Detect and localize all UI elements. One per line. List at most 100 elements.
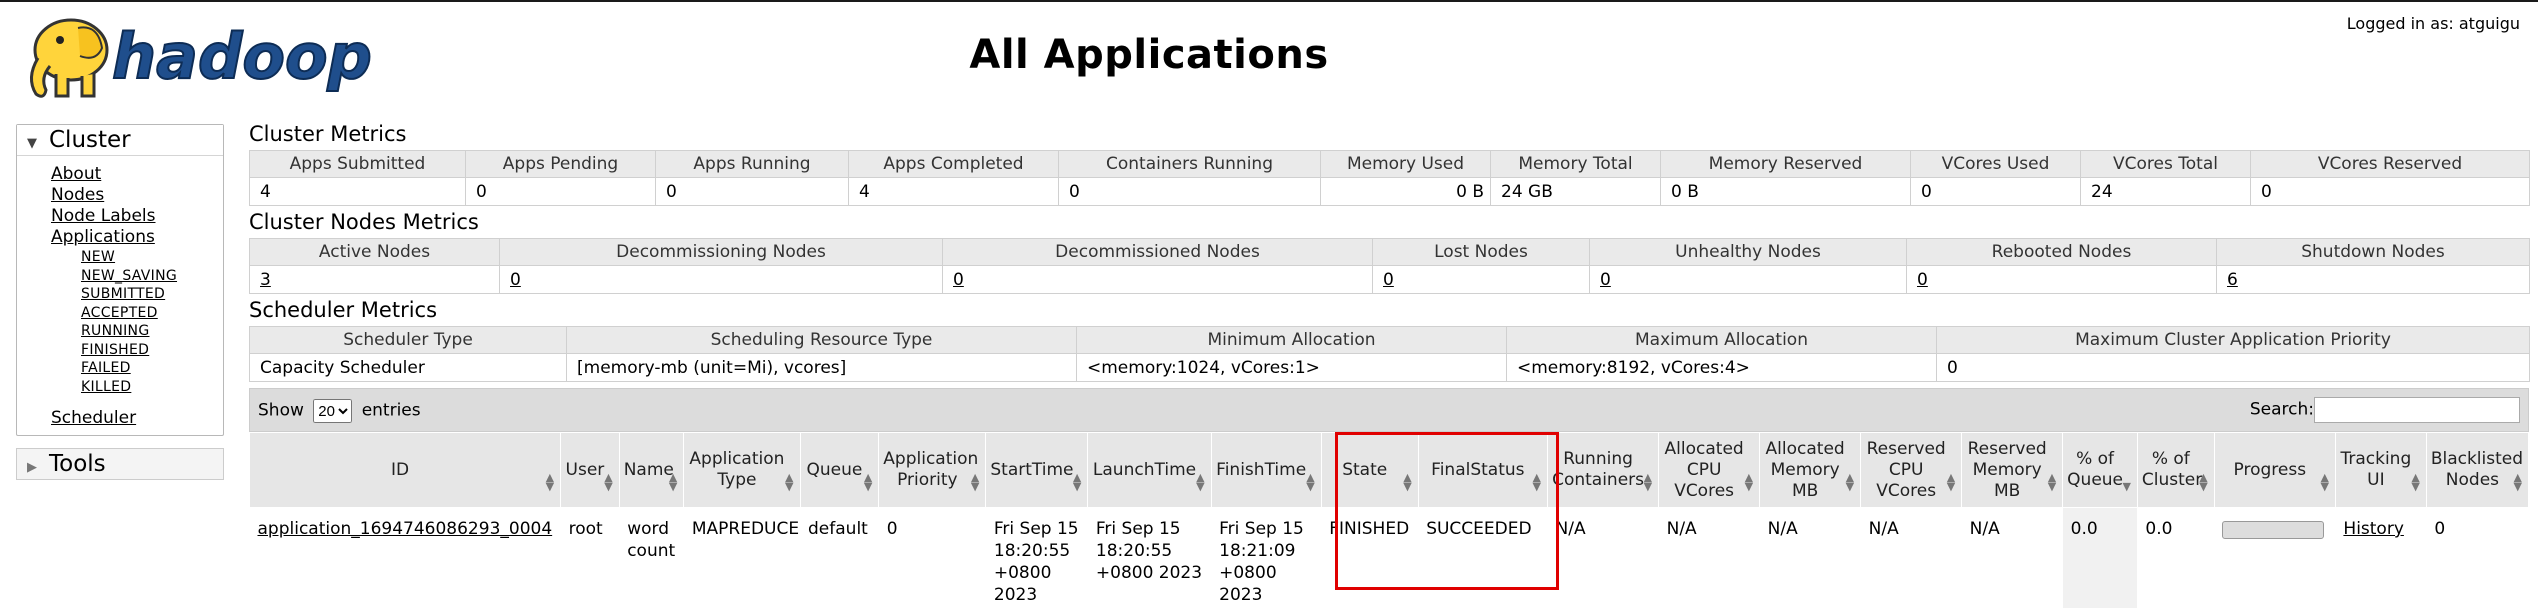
- cluster-header[interactable]: ▼Cluster: [17, 125, 223, 156]
- col-name[interactable]: Name▲▼: [619, 433, 684, 508]
- cell-priority: 0: [879, 508, 986, 608]
- decommissioned-nodes-link[interactable]: 0: [953, 270, 964, 290]
- logged-in-user: Logged in as: atguigu: [2347, 14, 2520, 33]
- page-length-control: Show 20 entries: [258, 399, 421, 423]
- sort-icon: ▲▼: [1073, 473, 1081, 491]
- shutdown-nodes-link[interactable]: 6: [2227, 270, 2238, 290]
- application-id-link[interactable]: application_1694746086293_0004: [258, 519, 553, 539]
- cell-state: FINISHED: [1321, 508, 1418, 608]
- triangle-down-icon: ▼: [27, 129, 49, 159]
- nav-state-submitted[interactable]: SUBMITTED: [81, 286, 165, 302]
- col-rebooted-nodes: Rebooted Nodes: [1907, 239, 2217, 266]
- search-control: Search:: [2250, 397, 2520, 423]
- col-memory-total: Memory Total: [1491, 151, 1661, 178]
- cell-pct-cluster: 0.0: [2137, 508, 2214, 608]
- nav-state-failed[interactable]: FAILED: [81, 360, 131, 376]
- metric-value: 4: [250, 178, 466, 206]
- nav-node-labels[interactable]: Node Labels: [51, 206, 156, 226]
- metric-value: 4: [849, 178, 1059, 206]
- col-id[interactable]: ID▲▼: [250, 433, 561, 508]
- col-vcores-total: VCores Total: [2081, 151, 2251, 178]
- col-final-status[interactable]: FinalStatus▲▼: [1418, 433, 1547, 508]
- active-nodes-link[interactable]: 3: [260, 270, 271, 290]
- sort-icon: ▲▼: [1306, 473, 1314, 491]
- unhealthy-nodes-link[interactable]: 0: [1600, 270, 1611, 290]
- metric-value: 0: [466, 178, 656, 206]
- col-application-priority[interactable]: Application Priority▲▼: [879, 433, 986, 508]
- cell-progress: [2214, 508, 2335, 608]
- lost-nodes-link[interactable]: 0: [1383, 270, 1394, 290]
- nav-state-new[interactable]: NEW: [81, 249, 115, 265]
- cluster-metrics-table: Apps Submitted Apps Pending Apps Running…: [249, 150, 2530, 206]
- cluster-metrics-title: Cluster Metrics: [249, 118, 2529, 150]
- sort-icon: ▲▼: [2048, 473, 2056, 491]
- decommissioning-nodes-link[interactable]: 0: [510, 270, 521, 290]
- cell-reserved-memory: N/A: [1962, 508, 2063, 608]
- header: hadoop All Applications Logged in as: at…: [0, 2, 2538, 114]
- col-reserved-memory-mb[interactable]: Reserved Memory MB▲▼: [1962, 433, 2063, 508]
- cell-start-time: Fri Sep 15 18:20:55 +0800 2023: [986, 508, 1088, 608]
- nav-state-new-saving[interactable]: NEW_SAVING: [81, 268, 177, 284]
- sort-icon: ▲▼: [1403, 473, 1411, 491]
- sort-icon: ▲▼: [971, 473, 979, 491]
- cell-type: MAPREDUCE: [684, 508, 800, 608]
- col-start-time[interactable]: StartTime▲▼: [986, 433, 1088, 508]
- sort-icon: ▲▼: [864, 473, 872, 491]
- col-active-nodes: Active Nodes: [250, 239, 500, 266]
- history-link[interactable]: History: [2343, 519, 2403, 539]
- sort-icon: ▲▼: [546, 473, 554, 491]
- col-finish-time[interactable]: FinishTime▲▼: [1211, 433, 1321, 508]
- col-apps-submitted: Apps Submitted: [250, 151, 466, 178]
- col-queue[interactable]: Queue▲▼: [800, 433, 879, 508]
- nav-state-finished[interactable]: FINISHED: [81, 342, 149, 358]
- col-scheduler-type: Scheduler Type: [250, 327, 567, 354]
- col-blacklisted-nodes[interactable]: Blacklisted Nodes▲▼: [2426, 433, 2528, 508]
- sort-icon: ▲▼: [1533, 473, 1541, 491]
- col-pct-of-queue[interactable]: % of Queue▼: [2063, 433, 2138, 508]
- nav-nodes[interactable]: Nodes: [51, 185, 104, 205]
- metric-value: 24: [2081, 178, 2251, 206]
- col-allocated-cpu-vcores[interactable]: Allocated CPU VCores▲▼: [1659, 433, 1760, 508]
- metric-value: 0 B: [1661, 178, 1911, 206]
- col-state[interactable]: State▲▼: [1321, 433, 1418, 508]
- cell-finish-time: Fri Sep 15 18:21:09 +0800 2023: [1211, 508, 1321, 608]
- cell-queue: default: [800, 508, 879, 608]
- col-user[interactable]: User▲▼: [561, 433, 620, 508]
- metric-value: 0: [1911, 178, 2081, 206]
- sort-icon: ▲▼: [669, 473, 677, 491]
- sort-icon: ▲▼: [1947, 473, 1955, 491]
- cell-reserved-vcores: N/A: [1861, 508, 1962, 608]
- col-decommissioned-nodes: Decommissioned Nodes: [943, 239, 1373, 266]
- metric-value: 0: [1059, 178, 1321, 206]
- col-memory-reserved: Memory Reserved: [1661, 151, 1911, 178]
- applications-table-wrapper: Show 20 entries Search: ID▲▼ User▲▼ Name…: [249, 388, 2529, 608]
- nav-scheduler[interactable]: Scheduler: [51, 408, 136, 428]
- sort-icon: ▲▼: [2411, 473, 2419, 491]
- table-controls: Show 20 entries Search:: [249, 388, 2529, 432]
- page-length-select[interactable]: 20: [313, 399, 352, 423]
- cluster-nodes-metrics-title: Cluster Nodes Metrics: [249, 206, 2529, 238]
- nav-state-accepted[interactable]: ACCEPTED: [81, 305, 158, 321]
- col-application-type[interactable]: Application Type▲▼: [684, 433, 800, 508]
- col-reserved-cpu-vcores[interactable]: Reserved CPU VCores▲▼: [1861, 433, 1962, 508]
- col-launch-time[interactable]: LaunchTime▲▼: [1088, 433, 1211, 508]
- col-tracking-ui[interactable]: Tracking UI▲▼: [2335, 433, 2426, 508]
- rebooted-nodes-link[interactable]: 0: [1917, 270, 1928, 290]
- col-max-cluster-app-priority: Maximum Cluster Application Priority: [1937, 327, 2530, 354]
- sort-icon: ▲▼: [604, 473, 612, 491]
- col-pct-of-cluster[interactable]: % of Cluster▲▼: [2137, 433, 2214, 508]
- col-running-containers[interactable]: Running Containers▲▼: [1548, 433, 1659, 508]
- col-allocated-memory-mb[interactable]: Allocated Memory MB▲▼: [1760, 433, 1861, 508]
- col-containers-running: Containers Running: [1059, 151, 1321, 178]
- applications-table: ID▲▼ User▲▼ Name▲▼ Application Type▲▼ Qu…: [249, 432, 2529, 608]
- nav-state-killed[interactable]: KILLED: [81, 379, 131, 395]
- metric-value: 0: [656, 178, 849, 206]
- sort-icon: ▲▼: [1745, 473, 1753, 491]
- col-progress[interactable]: Progress▲▼: [2214, 433, 2335, 508]
- nav-state-running[interactable]: RUNNING: [81, 323, 149, 339]
- tools-header[interactable]: ▶Tools: [16, 448, 224, 480]
- nav-applications[interactable]: Applications: [51, 227, 155, 247]
- search-input[interactable]: [2314, 397, 2520, 423]
- nav-about[interactable]: About: [51, 164, 101, 184]
- cell-final-status: SUCCEEDED: [1418, 508, 1547, 608]
